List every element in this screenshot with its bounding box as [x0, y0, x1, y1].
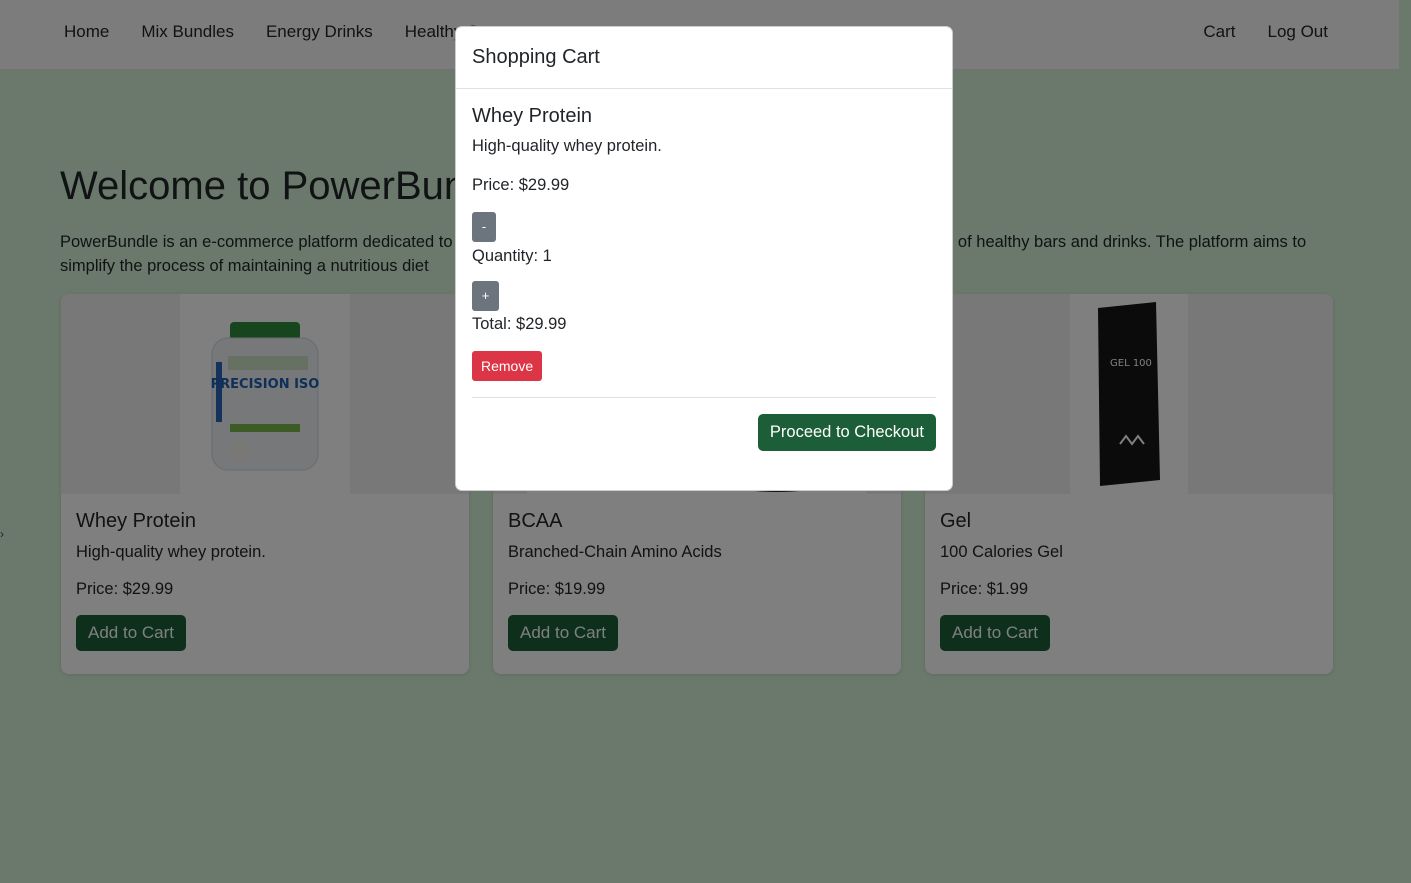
decrease-quantity-button[interactable]: - [472, 212, 496, 242]
cart-item-total: Total: $29.99 [472, 315, 567, 333]
remove-item-button[interactable]: Remove [472, 351, 543, 381]
cart-item-name: Whey Protein [472, 105, 593, 127]
chevron-right-icon: › [0, 527, 4, 541]
cart-item-price: Price: $29.99 [472, 176, 570, 194]
proceed-to-checkout-button[interactable]: Proceed to Checkout [757, 414, 936, 451]
modal-header: Shopping Cart [456, 27, 952, 89]
increase-quantity-button[interactable]: + [472, 281, 499, 311]
cart-item-description: High-quality whey protein. [472, 137, 662, 155]
modal-body: Whey Protein High-quality whey protein. … [456, 89, 952, 398]
cart-item-quantity: Quantity: 1 [472, 247, 552, 265]
shopping-cart-modal: Shopping Cart Whey Protein High-quality … [455, 26, 953, 491]
modal-footer: Proceed to Checkout [456, 398, 952, 468]
modal-title: Shopping Cart [472, 46, 600, 68]
